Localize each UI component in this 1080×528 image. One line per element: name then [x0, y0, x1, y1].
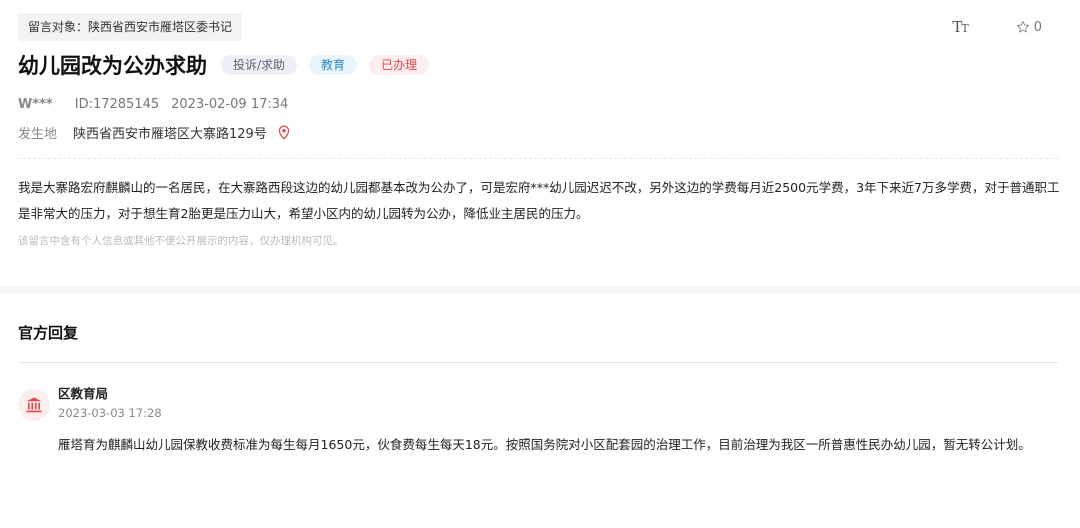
title-row: 幼儿园改为公办求助 投诉/求助 教育 已办理 [18, 49, 1062, 81]
reply-meta: 区教育局 2023-03-03 17:28 [58, 383, 162, 420]
favorite-count: 0 [1033, 19, 1042, 35]
font-size-button[interactable]: TT [952, 18, 968, 36]
type-badge: 投诉/求助 [221, 55, 298, 75]
location-row: 发生地 陕西省西安市雁塔区大寨路129号 [18, 123, 1062, 142]
favorite-button[interactable]: 0 [1016, 20, 1042, 35]
message-detail: 留言对象：陕西省西安市雁塔区委书记 TT 0 幼儿园改为公办求助 投诉/求助 教… [0, 0, 1080, 286]
privacy-note: 该留言中含有个人信息或其他不便公开展示的内容，仅办理机构可见。 [18, 235, 344, 247]
avatar [18, 389, 50, 421]
government-building-icon [26, 397, 42, 413]
author-name: W*** [18, 96, 53, 112]
reply-content: 雁塔育为麒麟山幼儿园保教收费标准为每生每月1650元，伙食费每生每天18元。按照… [58, 437, 1031, 452]
post-id: ID:17285145 [74, 96, 160, 112]
reply-time: 2023-03-03 17:28 [58, 406, 162, 420]
reply-header: 区教育局 2023-03-03 17:28 [18, 383, 1062, 421]
post-meta: W*** ID:17285145 2023-02-09 17:34 [18, 95, 1062, 113]
reply-org: 区教育局 [58, 386, 109, 401]
section-gap [0, 286, 1080, 294]
official-reply-section: 官方回复 区教育局 2023-03-03 17:28 雁塔育为麒麟山幼儿园保教收… [0, 294, 1080, 459]
page-title: 幼儿园改为公办求助 [18, 54, 207, 78]
toolbar: TT 0 [952, 18, 1042, 36]
post-datetime: 2023-02-09 17:34 [171, 96, 289, 112]
location-address: 陕西省西安市雁塔区大寨路129号 [73, 126, 267, 142]
section-title: 官方回复 [18, 324, 79, 342]
map-pin-icon[interactable] [277, 125, 291, 140]
location-label: 发生地 [18, 126, 58, 142]
message-target-tag: 留言对象：陕西省西安市雁塔区委书记 [18, 13, 243, 41]
divider [18, 158, 1058, 159]
status-badge: 已办理 [369, 55, 430, 75]
message-content: 我是大寨路宏府麒麟山的一名居民，在大寨路西段这边的幼儿园都基本改为公办了，可是宏… [18, 180, 1060, 221]
star-icon [1016, 20, 1029, 33]
divider [18, 362, 1058, 363]
font-size-icon-small: T [961, 22, 968, 35]
domain-badge: 教育 [309, 55, 358, 75]
